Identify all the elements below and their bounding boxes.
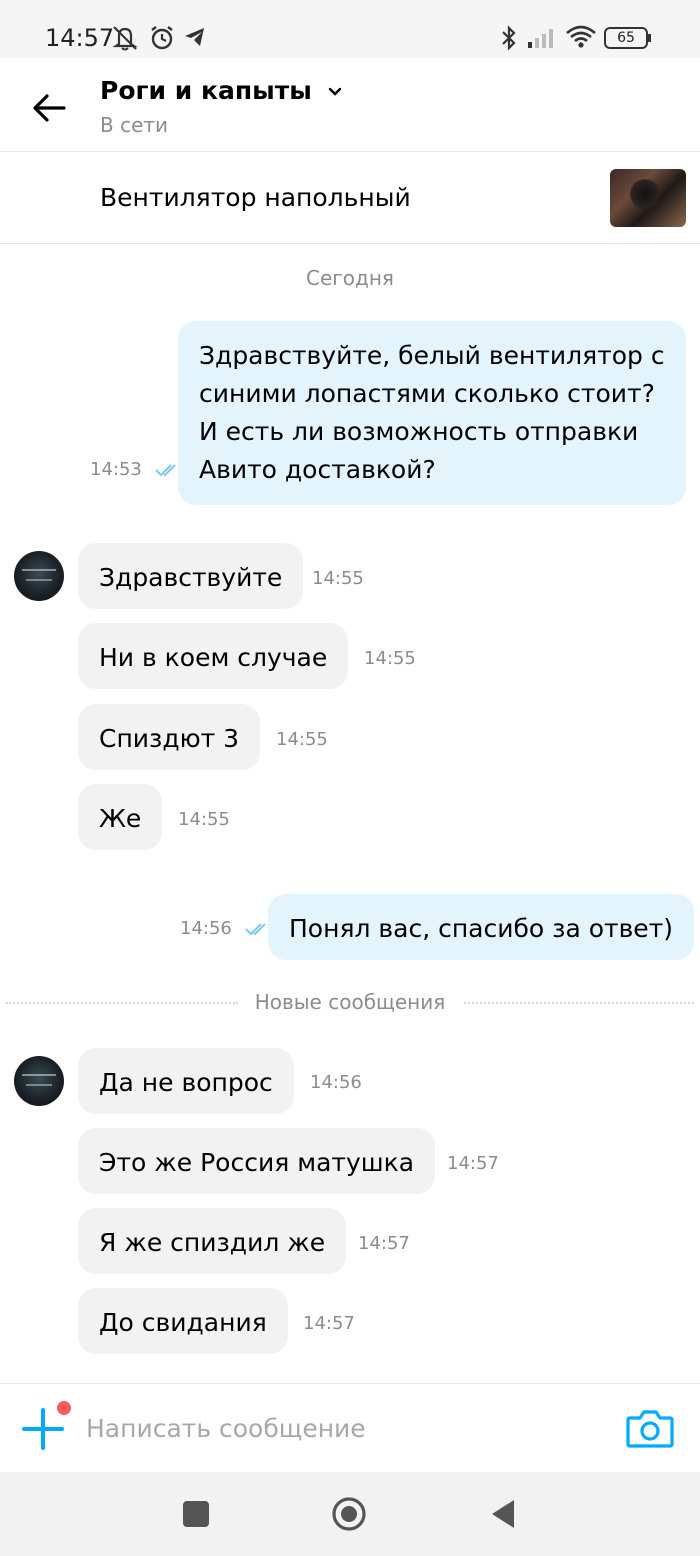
message-timestamp: 14:55 bbox=[364, 648, 416, 669]
listing-title: Вентилятор напольный bbox=[100, 183, 411, 212]
message-text: Понял вас, спасибо за ответ) bbox=[289, 914, 674, 943]
message-timestamp: 14:53 bbox=[90, 459, 180, 480]
back-button[interactable] bbox=[486, 1496, 522, 1532]
double-check-icon bbox=[244, 923, 266, 936]
message-text: Спиздют 3 bbox=[99, 724, 240, 753]
listing-bar[interactable]: Вентилятор напольный bbox=[0, 152, 700, 244]
avatar[interactable] bbox=[14, 1056, 64, 1106]
message-incoming[interactable]: До свидания bbox=[78, 1288, 288, 1354]
message-outgoing[interactable]: Понял вас, спасибо за ответ) bbox=[268, 894, 695, 960]
wifi-icon bbox=[566, 25, 596, 48]
message-text: Здравствуйте, белый вентилятор с синими … bbox=[199, 341, 665, 484]
status-time: 14:57 bbox=[45, 24, 115, 52]
chevron-down-icon bbox=[328, 87, 341, 96]
alarm-icon bbox=[151, 26, 173, 50]
message-timestamp: 14:55 bbox=[276, 729, 328, 750]
message-timestamp: 14:56 bbox=[310, 1072, 362, 1093]
message-composer bbox=[0, 1383, 700, 1472]
message-outgoing[interactable]: Здравствуйте, белый вентилятор с синими … bbox=[178, 321, 686, 505]
home-button[interactable] bbox=[331, 1496, 367, 1532]
chat-title[interactable]: Роги и капыты bbox=[100, 76, 343, 105]
avatar[interactable] bbox=[14, 551, 64, 601]
message-timestamp: 14:57 bbox=[303, 1313, 355, 1334]
message-incoming[interactable]: Это же Россия матушка bbox=[78, 1128, 436, 1194]
system-nav-bar bbox=[0, 1472, 700, 1556]
message-text: Ни в коем случае bbox=[99, 643, 328, 672]
message-incoming[interactable]: Спиздют 3 bbox=[78, 704, 261, 770]
battery-tip bbox=[648, 34, 651, 42]
message-timestamp: 14:55 bbox=[312, 568, 364, 589]
message-incoming[interactable]: Я же спиздил же bbox=[78, 1208, 347, 1274]
message-text: Это же Россия матушка bbox=[99, 1148, 415, 1177]
message-incoming[interactable]: Же bbox=[78, 784, 163, 850]
camera-icon[interactable] bbox=[626, 1408, 674, 1448]
bluetooth-icon bbox=[502, 25, 516, 51]
telegram-icon bbox=[185, 28, 204, 46]
message-text: Здравствуйте bbox=[99, 563, 283, 592]
message-timestamp: 14:55 bbox=[178, 809, 230, 830]
message-text: До свидания bbox=[99, 1308, 267, 1337]
signal-icon bbox=[528, 29, 553, 48]
message-text: Же bbox=[99, 804, 142, 833]
message-timestamp: 14:57 bbox=[358, 1233, 410, 1254]
new-messages-separator: Новые сообщения bbox=[0, 990, 700, 1018]
chat-header: Роги и капыты В сети bbox=[0, 58, 700, 152]
notification-dot bbox=[57, 1401, 71, 1415]
message-incoming[interactable]: Ни в коем случае bbox=[78, 623, 349, 689]
status-bar: 14:57 65 bbox=[0, 0, 700, 58]
double-check-icon bbox=[154, 464, 176, 477]
message-timestamp: 14:57 bbox=[447, 1153, 499, 1174]
battery-icon: 65 bbox=[604, 27, 648, 49]
message-incoming[interactable]: Здравствуйте bbox=[78, 543, 304, 609]
online-status: В сети bbox=[100, 113, 169, 137]
message-text: Да не вопрос bbox=[99, 1068, 273, 1097]
battery-level: 65 bbox=[617, 30, 635, 46]
message-input[interactable] bbox=[86, 1410, 586, 1446]
listing-thumbnail[interactable] bbox=[610, 169, 686, 227]
contact-name: Роги и капыты bbox=[100, 76, 312, 105]
message-incoming[interactable]: Да не вопрос bbox=[78, 1048, 294, 1114]
date-separator: Сегодня bbox=[306, 266, 394, 290]
notifications-off-icon bbox=[112, 26, 138, 51]
message-timestamp: 14:56 bbox=[180, 918, 270, 939]
message-text: Я же спиздил же bbox=[99, 1228, 326, 1257]
recents-button[interactable] bbox=[178, 1496, 214, 1532]
new-messages-label: Новые сообщения bbox=[0, 990, 700, 1014]
back-arrow-icon[interactable] bbox=[30, 92, 70, 124]
